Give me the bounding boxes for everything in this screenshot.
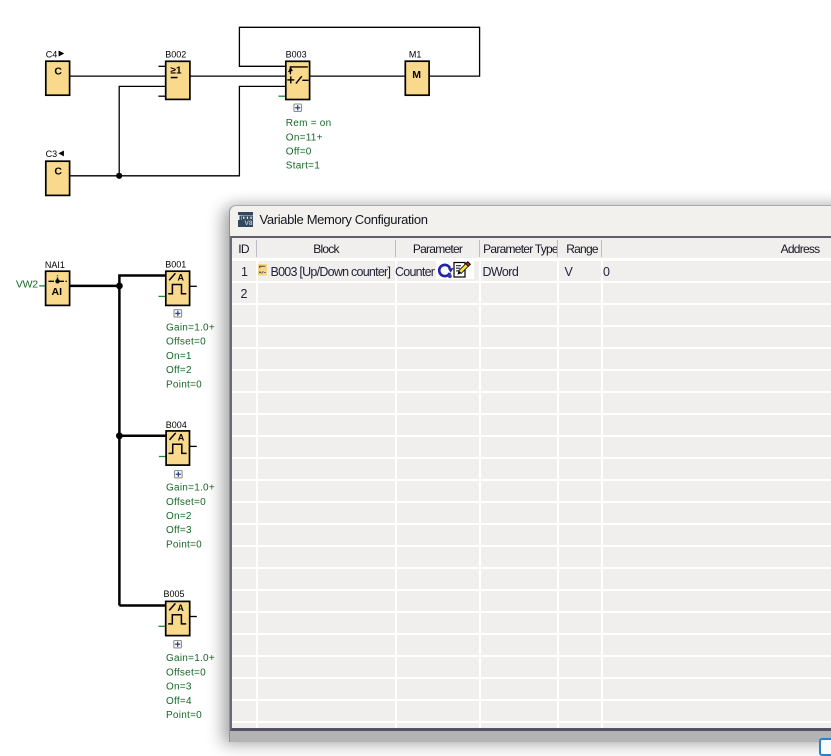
- svg-text:M1: M1: [409, 49, 422, 59]
- svg-text:VW2: VW2: [16, 279, 38, 291]
- svg-text:On=3: On=3: [166, 682, 192, 693]
- svg-text:Offset=0: Offset=0: [166, 337, 206, 348]
- svg-text:On=1: On=1: [166, 351, 192, 362]
- svg-text:On=2: On=2: [166, 511, 192, 522]
- svg-text:Off=2: Off=2: [166, 365, 192, 376]
- svg-text:C3: C3: [46, 149, 58, 159]
- svg-text:Rem = on: Rem = on: [286, 118, 332, 129]
- svg-text:V8: V8: [245, 220, 253, 227]
- svg-text:Off=3: Off=3: [166, 525, 192, 536]
- svg-text:Start=1: Start=1: [286, 161, 320, 172]
- svg-text:B002: B002: [165, 49, 186, 59]
- svg-text:Point=0: Point=0: [166, 539, 202, 550]
- svg-text:Off=0: Off=0: [286, 147, 312, 158]
- svg-text:AI: AI: [52, 286, 63, 298]
- svg-text:C4: C4: [46, 49, 58, 59]
- svg-text:B003: B003: [286, 49, 307, 59]
- svg-text:A: A: [178, 432, 185, 442]
- svg-text:Gain=1.0+: Gain=1.0+: [166, 483, 215, 494]
- svg-text:Gain=1.0+: Gain=1.0+: [166, 323, 215, 334]
- svg-text:B005: B005: [164, 589, 185, 599]
- svg-text:B004: B004: [166, 420, 187, 430]
- svg-text:Point=0: Point=0: [166, 710, 202, 721]
- svg-text:B001: B001: [165, 260, 186, 270]
- svg-text:Offset=0: Offset=0: [166, 497, 206, 508]
- svg-text:On=11+: On=11+: [286, 132, 323, 143]
- svg-text:Gain=1.0+: Gain=1.0+: [166, 653, 215, 664]
- svg-text:Off=4: Off=4: [166, 696, 192, 707]
- svg-text:M: M: [412, 69, 421, 81]
- svg-text:≥1: ≥1: [171, 66, 182, 77]
- svg-text:NAI1: NAI1: [45, 260, 65, 270]
- svg-text:A: A: [177, 603, 184, 613]
- svg-text:Point=0: Point=0: [166, 379, 202, 390]
- svg-text:C: C: [54, 165, 62, 177]
- svg-text:A: A: [178, 273, 185, 283]
- svg-text:C: C: [54, 65, 62, 77]
- svg-text:Offset=0: Offset=0: [166, 667, 206, 678]
